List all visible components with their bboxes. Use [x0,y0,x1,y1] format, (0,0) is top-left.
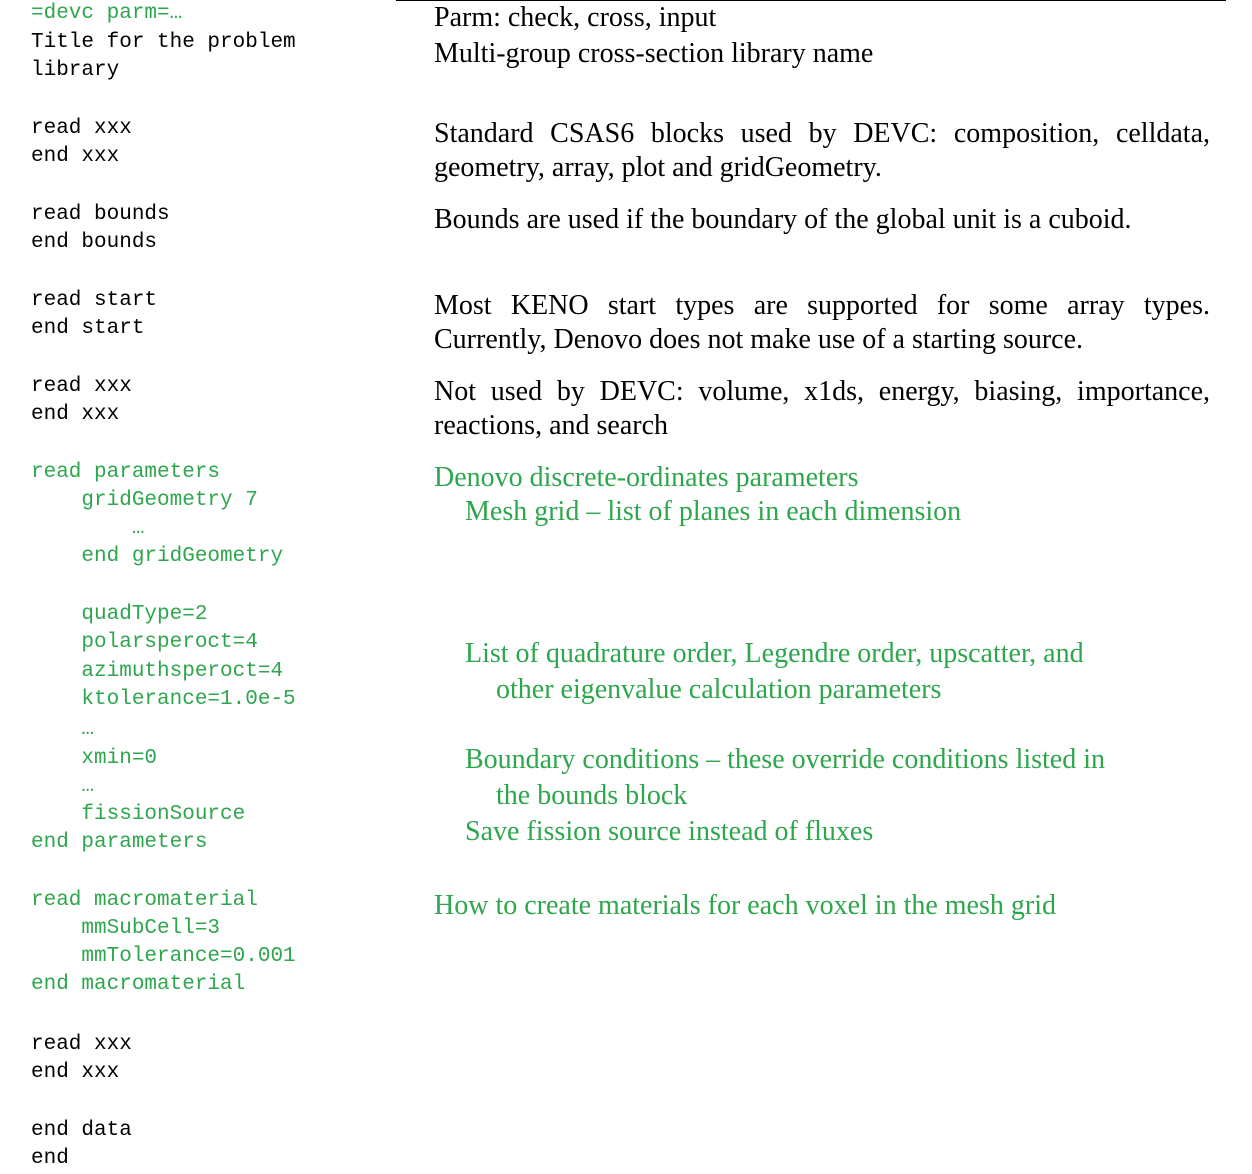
code-read-xxx: read xxx [31,1033,132,1056]
code-title-line: Title for the problem [31,31,296,54]
code-polarsperoct: polarsperoct=4 [31,631,258,654]
code-end-start: end start [31,317,145,340]
desc-not-used: Not used by DEVC: volume, x1ds, energy, … [434,376,1210,441]
desc-quadrature-line1: List of quadrature order, Legendre order… [465,638,1084,669]
code-azimuthsperoct: azimuthsperoct=4 [31,660,284,683]
code-end-xxx: end xxx [31,1061,120,1084]
code-quad-type: quadType=2 [31,603,208,626]
code-end-parameters: end parameters [31,831,208,854]
code-end-xxx: end xxx [31,403,120,426]
code-grid-geometry: gridGeometry 7 [31,489,258,512]
desc-quadrature-line2: other eigenvalue calculation parameters [496,674,942,705]
code-end: end [31,1147,69,1170]
code-fission-source: fissionSource [31,803,246,826]
code-ellipsis: … [31,775,95,798]
desc-start: Most KENO start types are supported for … [434,290,1210,355]
code-read-bounds: read bounds [31,203,170,226]
desc-boundary-line2: the bounds block [496,780,688,811]
code-library-line: library [31,59,120,82]
desc-bounds: Bounds are used if the boundary of the g… [434,204,1132,235]
code-mm-subcell: mmSubCell=3 [31,917,221,940]
desc-mesh-grid: Mesh grid – list of planes in each dimen… [465,496,962,527]
code-ellipsis: … [31,718,95,741]
desc-fission-source: Save fission source instead of fluxes [465,816,874,847]
code-ktolerance: ktolerance=1.0e-5 [31,688,296,711]
code-xmin: xmin=0 [31,747,158,770]
code-read-xxx: read xxx [31,375,132,398]
code-devc-parm: =devc parm=… [31,2,183,25]
code-read-parameters: read parameters [31,461,221,484]
desc-boundary-line1: Boundary conditions – these override con… [465,744,1106,775]
desc-macromaterial: How to create materials for each voxel i… [434,890,1056,921]
desc-library: Multi-group cross-section library name [434,38,874,69]
code-mm-tolerance: mmTolerance=0.001 [31,945,296,968]
desc-denovo-parameters: Denovo discrete-ordinates parameters [434,462,859,493]
code-read-xxx: read xxx [31,117,132,140]
code-read-macromaterial: read macromaterial [31,889,258,912]
desc-parm: Parm: check, cross, input [434,2,717,33]
desc-csas6-blocks: Standard CSAS6 blocks used by DEVC: comp… [434,118,1210,183]
code-ellipsis: … [31,517,145,540]
code-end-bounds: end bounds [31,231,158,254]
code-end-data: end data [31,1119,132,1142]
code-read-start: read start [31,289,158,312]
code-end-xxx: end xxx [31,145,120,168]
code-end-grid-geometry: end gridGeometry [31,545,284,568]
code-end-macromaterial: end macromaterial [31,973,246,996]
